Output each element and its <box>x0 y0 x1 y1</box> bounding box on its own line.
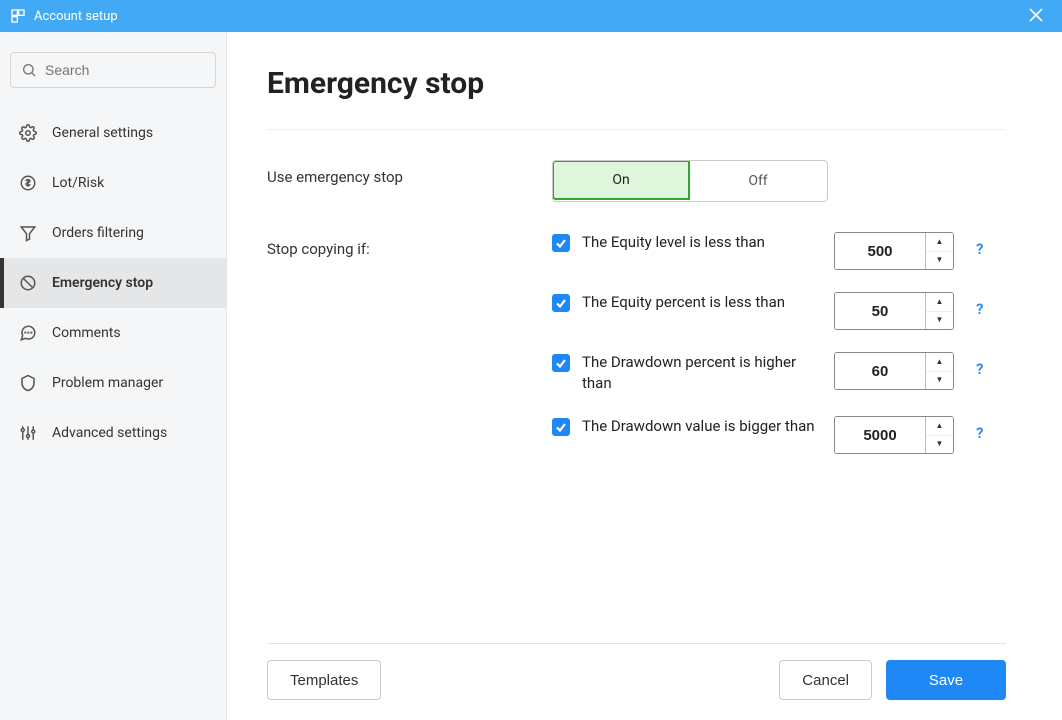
equity-percent-input-box: ▲ ▼ <box>834 292 954 330</box>
equity-level-step-down[interactable]: ▼ <box>926 252 953 270</box>
equity-percent-step-up[interactable]: ▲ <box>926 293 953 312</box>
condition-equity-percent: The Equity percent is less than ▲ ▼ ? <box>552 292 1006 330</box>
drawdown-value-step-down[interactable]: ▼ <box>926 436 953 454</box>
equity-level-help-icon[interactable]: ? <box>976 240 983 258</box>
search-input[interactable] <box>45 62 205 78</box>
search-box[interactable] <box>10 52 216 88</box>
titlebar: Account setup <box>0 0 1062 32</box>
cancel-button[interactable]: Cancel <box>779 660 872 700</box>
filter-icon <box>18 224 38 242</box>
app-icon <box>10 8 26 24</box>
drawdown-value-input-box: ▲ ▼ <box>834 416 954 454</box>
condition-label: The Equity level is less than <box>582 232 822 253</box>
stop-icon <box>18 274 38 292</box>
emergency-stop-toggle: On Off <box>552 160 828 202</box>
sidebar-item-lot-risk[interactable]: Lot/Risk <box>0 158 226 208</box>
drawdown-percent-help-icon[interactable]: ? <box>976 360 983 378</box>
equity-percent-step-down[interactable]: ▼ <box>926 312 953 330</box>
toggle-off-button[interactable]: Off <box>689 161 827 201</box>
page-heading: Emergency stop <box>267 66 1006 130</box>
save-button[interactable]: Save <box>886 660 1006 700</box>
sliders-icon <box>18 424 38 442</box>
search-icon <box>21 62 37 78</box>
footer: Templates Cancel Save <box>267 643 1006 700</box>
dollar-icon <box>18 174 38 192</box>
drawdown-value-step-up[interactable]: ▲ <box>926 417 953 436</box>
close-button[interactable] <box>1020 7 1052 26</box>
templates-button[interactable]: Templates <box>267 660 381 700</box>
drawdown-percent-input-box: ▲ ▼ <box>834 352 954 390</box>
sidebar-item-orders-filtering[interactable]: Orders filtering <box>0 208 226 258</box>
sidebar-item-label: Lot/Risk <box>52 175 104 191</box>
sidebar-item-problem-manager[interactable]: Problem manager <box>0 358 226 408</box>
condition-label: The Equity percent is less than <box>582 292 822 313</box>
toggle-on-button[interactable]: On <box>552 160 690 200</box>
sidebar: General settings Lot/Risk Orders filteri… <box>0 32 227 720</box>
condition-label: The Drawdown value is bigger than <box>582 416 822 437</box>
condition-label: The Drawdown percent is higher than <box>582 352 822 394</box>
drawdown-value-input[interactable] <box>835 417 925 453</box>
equity-level-step-up[interactable]: ▲ <box>926 233 953 252</box>
equity-percent-help-icon[interactable]: ? <box>976 300 983 318</box>
drawdown-percent-step-down[interactable]: ▼ <box>926 372 953 390</box>
condition-equity-level: The Equity level is less than ▲ ▼ ? <box>552 232 1006 270</box>
shield-icon <box>18 374 38 392</box>
window-title: Account setup <box>34 9 1020 24</box>
condition-drawdown-value: The Drawdown value is bigger than ▲ ▼ ? <box>552 416 1006 454</box>
sidebar-item-general-settings[interactable]: General settings <box>0 108 226 158</box>
drawdown-percent-checkbox[interactable] <box>552 354 570 372</box>
drawdown-percent-step-up[interactable]: ▲ <box>926 353 953 372</box>
sidebar-item-label: Emergency stop <box>52 275 153 291</box>
drawdown-value-help-icon[interactable]: ? <box>976 424 983 442</box>
condition-drawdown-percent: The Drawdown percent is higher than ▲ ▼ … <box>552 352 1006 394</box>
stop-copying-label: Stop copying if: <box>267 232 552 258</box>
sidebar-item-comments[interactable]: Comments <box>0 308 226 358</box>
drawdown-value-checkbox[interactable] <box>552 418 570 436</box>
sidebar-item-label: Orders filtering <box>52 225 144 241</box>
sidebar-item-label: General settings <box>52 125 153 141</box>
comment-icon <box>18 324 38 342</box>
equity-level-input[interactable] <box>835 233 925 269</box>
drawdown-percent-input[interactable] <box>835 353 925 389</box>
equity-percent-checkbox[interactable] <box>552 294 570 312</box>
sidebar-item-advanced-settings[interactable]: Advanced settings <box>0 408 226 458</box>
gear-icon <box>18 124 38 142</box>
main-panel: Emergency stop Use emergency stop On Off… <box>227 32 1062 720</box>
sidebar-item-emergency-stop[interactable]: Emergency stop <box>0 258 226 308</box>
sidebar-item-label: Advanced settings <box>52 425 167 441</box>
sidebar-item-label: Problem manager <box>52 375 163 391</box>
equity-level-checkbox[interactable] <box>552 234 570 252</box>
equity-percent-input[interactable] <box>835 293 925 329</box>
equity-level-input-box: ▲ ▼ <box>834 232 954 270</box>
sidebar-item-label: Comments <box>52 325 121 341</box>
use-emergency-stop-label: Use emergency stop <box>267 160 552 186</box>
